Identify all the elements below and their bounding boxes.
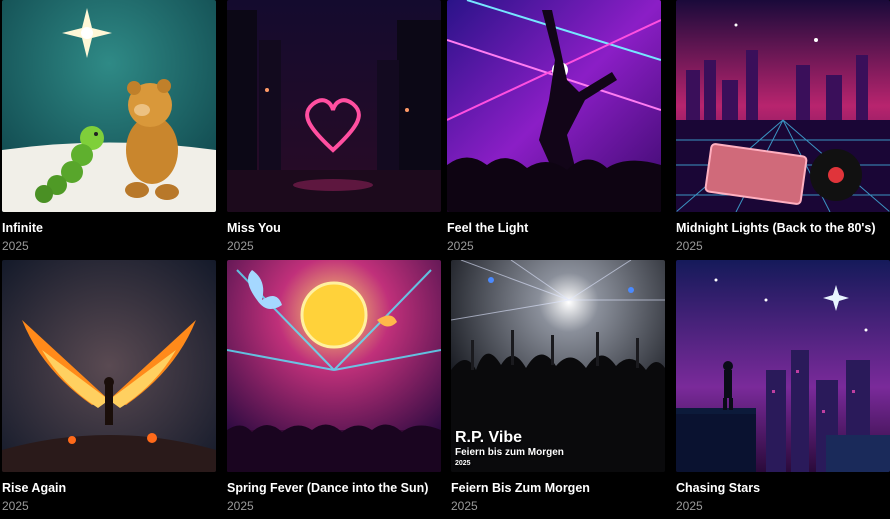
album-year: 2025 xyxy=(676,239,703,253)
album-year: 2025 xyxy=(227,499,254,513)
album-cover[interactable] xyxy=(676,0,890,212)
album-title[interactable]: Miss You xyxy=(227,220,441,236)
album-year: 2025 xyxy=(2,239,29,253)
album-card-miss-you[interactable]: Miss You 2025 xyxy=(227,0,441,254)
dancer-concert-lights-art xyxy=(447,0,661,212)
phoenix-wings-storm-art xyxy=(2,260,216,472)
album-title[interactable]: Feel the Light xyxy=(447,220,661,236)
album-year: 2025 xyxy=(676,499,703,513)
album-cover[interactable] xyxy=(676,260,890,472)
album-cover[interactable] xyxy=(2,260,216,472)
album-year: 2025 xyxy=(2,499,29,513)
album-year: 2025 xyxy=(447,239,474,253)
album-cover[interactable] xyxy=(227,260,441,472)
album-title[interactable]: Infinite xyxy=(2,220,216,236)
album-card-rise-again[interactable]: Rise Again 2025 xyxy=(2,260,216,514)
album-title[interactable]: Chasing Stars xyxy=(676,480,890,496)
album-cover[interactable]: R.P. Vibe Feiern bis zum Morgen 2025 xyxy=(451,260,665,472)
rooftop-starry-city-art xyxy=(676,260,890,472)
album-cover[interactable] xyxy=(227,0,441,212)
cover-year: 2025 xyxy=(455,460,471,467)
album-card-infinite[interactable]: Infinite 2025 xyxy=(2,0,216,254)
butterfly-sun-festival-art xyxy=(227,260,441,472)
album-grid: Infinite 2025 Miss You 2025 Feel the Lig… xyxy=(0,0,890,519)
album-year: 2025 xyxy=(227,239,254,253)
neon-heart-city-art xyxy=(227,0,441,212)
teddy-bear-caterpillar-star-art xyxy=(2,0,216,212)
cover-artist-name: R.P. Vibe xyxy=(455,429,522,446)
album-title[interactable]: Feiern Bis Zum Morgen xyxy=(451,480,665,496)
album-title[interactable]: Spring Fever (Dance into the Sun) xyxy=(227,480,441,496)
album-card-chasing-stars[interactable]: Chasing Stars 2025 xyxy=(676,260,890,514)
album-card-feiern-bis-zum-morgen[interactable]: R.P. Vibe Feiern bis zum Morgen 2025 Fei… xyxy=(451,260,665,514)
album-card-feel-the-light[interactable]: Feel the Light 2025 xyxy=(447,0,661,254)
album-card-spring-fever[interactable]: Spring Fever (Dance into the Sun) 2025 xyxy=(227,260,441,514)
album-cover-overlay: R.P. Vibe Feiern bis zum Morgen 2025 xyxy=(455,429,564,468)
cover-subtitle: Feiern bis zum Morgen xyxy=(455,447,564,458)
album-cover[interactable] xyxy=(2,0,216,212)
album-cover[interactable] xyxy=(447,0,661,212)
retro-cassette-skyline-art xyxy=(676,0,890,212)
album-card-midnight-lights[interactable]: Midnight Lights (Back to the 80's) 2025 xyxy=(676,0,890,254)
album-year: 2025 xyxy=(451,499,478,513)
album-title[interactable]: Rise Again xyxy=(2,480,216,496)
album-title[interactable]: Midnight Lights (Back to the 80's) xyxy=(676,220,890,236)
